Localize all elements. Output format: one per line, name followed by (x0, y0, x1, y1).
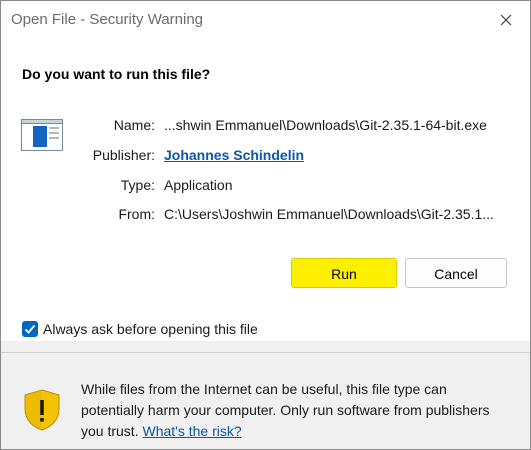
security-warning-dialog: Open File - Security Warning Do you want… (0, 0, 531, 450)
cancel-button[interactable]: Cancel (405, 258, 507, 288)
run-button[interactable]: Run (291, 258, 397, 288)
whats-the-risk-link[interactable]: What's the risk? (142, 423, 241, 439)
close-button[interactable] (496, 10, 516, 30)
publisher-link[interactable]: Johannes Schindelin (164, 147, 304, 163)
question-heading: Do you want to run this file? (22, 66, 211, 82)
from-label: From: (118, 206, 155, 222)
title-bar: Open File - Security Warning (1, 1, 530, 39)
window-title: Open File - Security Warning (11, 11, 204, 28)
close-icon (500, 14, 512, 26)
warning-shield-icon (24, 389, 60, 431)
warning-message: While files from the Internet can be use… (81, 379, 511, 442)
always-ask-label[interactable]: Always ask before opening this file (43, 321, 258, 337)
type-label: Type: (120, 177, 155, 193)
divider (1, 352, 530, 353)
from-value: C:\Users\Joshwin Emmanuel\Downloads\Git-… (164, 206, 494, 222)
name-value: ...shwin Emmanuel\Downloads\Git-2.35.1-6… (164, 117, 487, 133)
checkmark-icon (24, 324, 36, 334)
publisher-label: Publisher: (92, 147, 155, 163)
name-label: Name: (113, 117, 155, 133)
dialog-content: Do you want to run this file? Name: ...s… (1, 39, 530, 341)
always-ask-checkbox[interactable] (22, 321, 38, 337)
type-value: Application (164, 177, 233, 193)
